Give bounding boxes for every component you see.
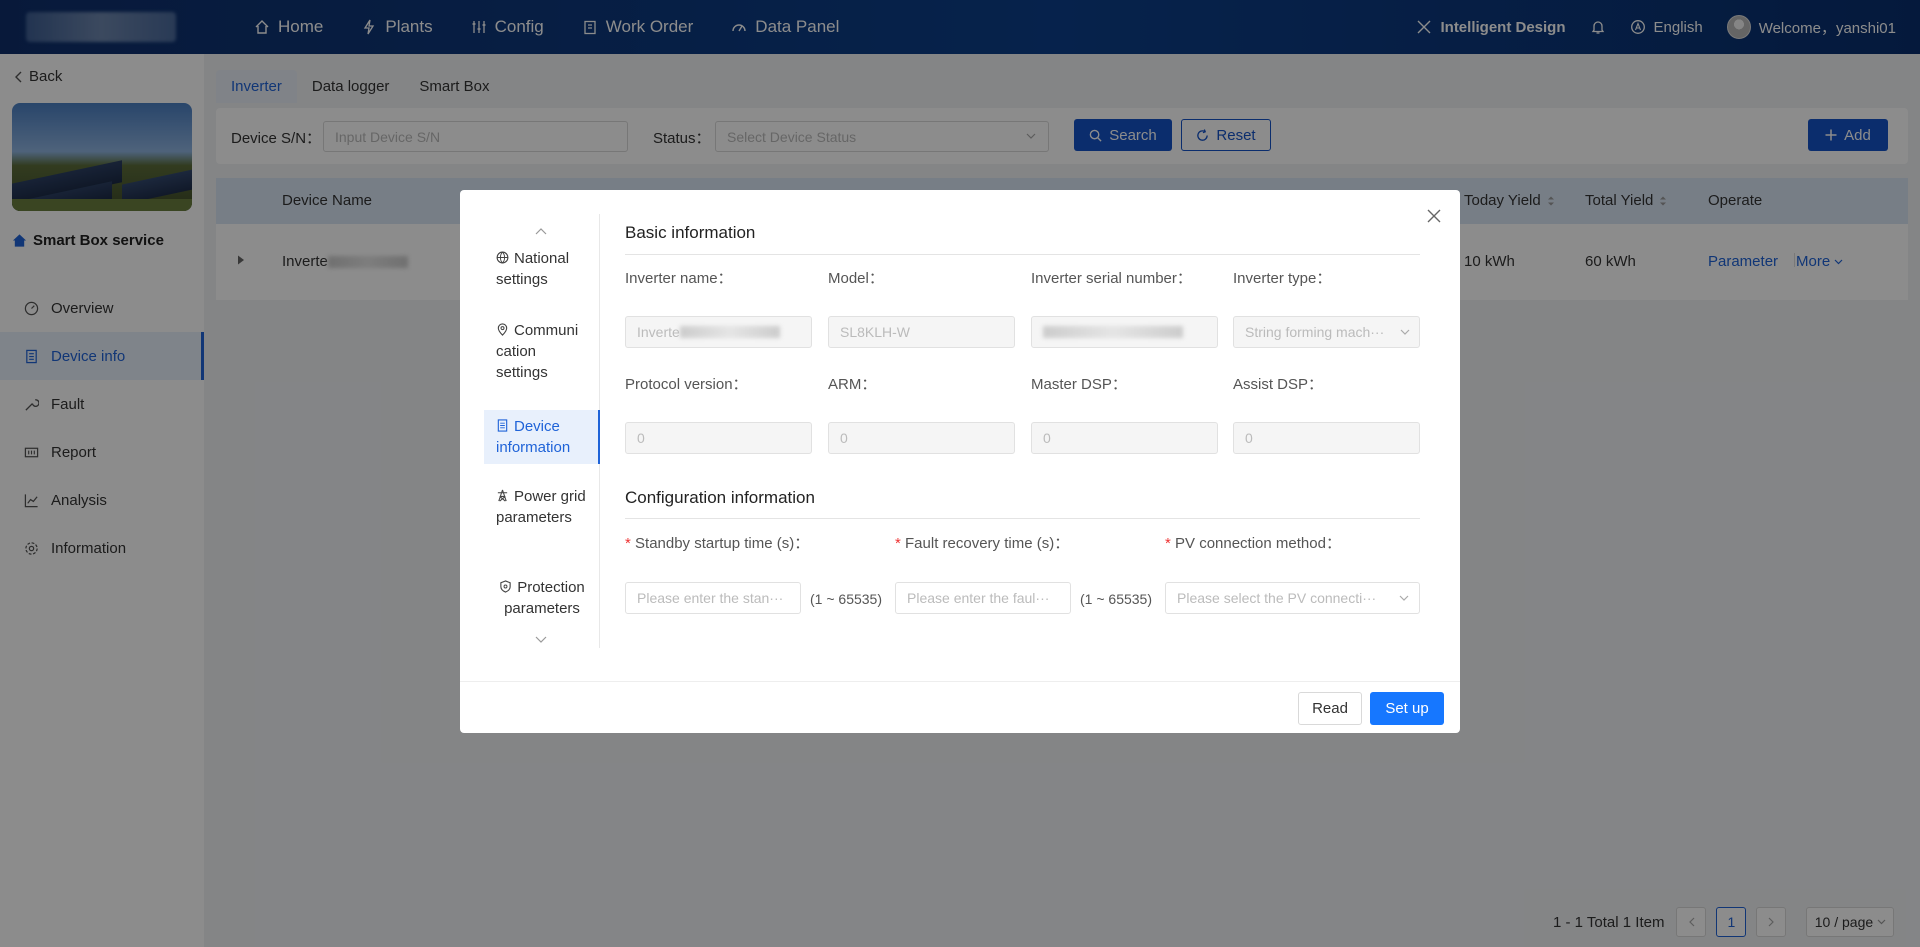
standby-range-hint: (1 ~ 65535) <box>810 591 882 607</box>
pv-connection-label: * PV connection method： <box>1165 532 1341 553</box>
category-power-grid-parameters[interactable]: Power grid parameters <box>484 480 600 534</box>
inverter-type-select: String forming mach··· <box>1233 316 1420 348</box>
basic-information-title: Basic information <box>625 223 756 242</box>
assist-dsp-field: 0 <box>1233 422 1420 454</box>
serial-number-field <box>1031 316 1218 348</box>
required-marker: * <box>1165 535 1176 552</box>
chevron-up-icon[interactable] <box>534 224 548 238</box>
inverter-name-field: Inverte <box>625 316 812 348</box>
pv-connection-select[interactable]: Please select the PV connecti··· <box>1165 582 1420 614</box>
fault-recovery-label: * Fault recovery time (s)： <box>895 532 1069 553</box>
standby-startup-input[interactable]: Please enter the stan··· <box>625 582 801 614</box>
model-field: SL8KLH-W <box>828 316 1015 348</box>
configuration-information-title: Configuration information <box>625 488 815 507</box>
fault-recovery-input[interactable]: Please enter the faul··· <box>895 582 1071 614</box>
location-pin-icon <box>497 323 508 336</box>
parameter-dialog: National settings Communi cation setting… <box>460 190 1460 733</box>
master-dsp-label: Master DSP： <box>1031 376 1127 393</box>
inverter-type-value: String forming mach··· <box>1245 324 1385 340</box>
category-protection-parameters[interactable]: Protection parameters <box>484 571 600 625</box>
category-national-settings[interactable]: National settings <box>484 242 600 296</box>
fault-range-hint: (1 ~ 65535) <box>1080 591 1152 607</box>
protocol-version-field: 0 <box>625 422 812 454</box>
chevron-down-icon <box>1399 595 1409 601</box>
standby-startup-label: * Standby startup time (s)： <box>625 532 809 553</box>
inverter-name-label: Inverter name： <box>625 270 733 287</box>
required-marker: * <box>895 535 906 552</box>
pv-connection-placeholder: Please select the PV connecti··· <box>1177 590 1377 606</box>
parameter-category-nav: National settings Communi cation setting… <box>484 214 600 648</box>
inverter-type-label: Inverter type： <box>1233 270 1332 287</box>
inverter-name-value: Inverte <box>637 324 680 340</box>
serial-number-label: Inverter serial number： <box>1031 270 1192 287</box>
protocol-version-label: Protocol version： <box>625 376 748 393</box>
category-label: Power grid parameters <box>496 488 586 526</box>
section-divider <box>625 254 1420 255</box>
redacted-serial <box>1043 326 1183 338</box>
fault-recovery-label-text: Fault recovery time (s)： <box>905 535 1070 552</box>
section-divider <box>625 518 1420 519</box>
globe-icon <box>496 251 509 264</box>
arm-field: 0 <box>828 422 1015 454</box>
redacted-name <box>679 326 780 338</box>
tower-icon <box>497 489 508 502</box>
assist-dsp-label: Assist DSP： <box>1233 376 1324 393</box>
pv-connection-label-text: PV connection method： <box>1175 535 1341 552</box>
model-label: Model： <box>828 270 884 287</box>
master-dsp-field: 0 <box>1031 422 1218 454</box>
standby-startup-label-text: Standby startup time (s)： <box>635 535 810 552</box>
dialog-footer: Read Set up <box>460 681 1460 733</box>
chevron-down-icon <box>1400 329 1410 335</box>
set-up-button[interactable]: Set up <box>1370 692 1444 725</box>
shield-icon <box>500 580 511 593</box>
chevron-down-icon[interactable] <box>534 633 548 647</box>
read-button[interactable]: Read <box>1298 692 1362 725</box>
document-icon <box>497 419 508 432</box>
category-communication-settings[interactable]: Communi cation settings <box>484 314 600 389</box>
arm-label: ARM： <box>828 376 877 393</box>
required-marker: * <box>625 535 636 552</box>
close-icon[interactable] <box>1426 208 1442 224</box>
category-device-information[interactable]: Device information <box>484 410 600 464</box>
category-label: Protection parameters <box>504 579 585 617</box>
